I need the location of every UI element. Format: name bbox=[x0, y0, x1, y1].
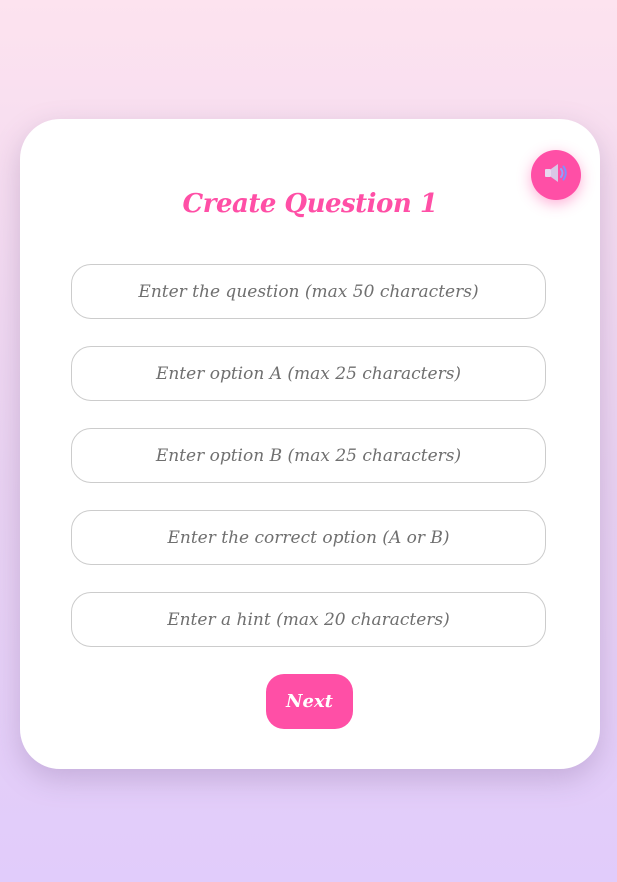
question-input[interactable] bbox=[71, 264, 546, 319]
speaker-volume-icon bbox=[543, 162, 569, 188]
hint-input[interactable] bbox=[71, 592, 546, 647]
option-a-input[interactable] bbox=[71, 346, 546, 401]
option-b-input[interactable] bbox=[71, 428, 546, 483]
next-button[interactable]: Next bbox=[266, 674, 353, 729]
correct-option-input[interactable] bbox=[71, 510, 546, 565]
page-title: Create Question 1 bbox=[182, 189, 438, 219]
question-card: Create Question 1 Next bbox=[20, 119, 600, 769]
